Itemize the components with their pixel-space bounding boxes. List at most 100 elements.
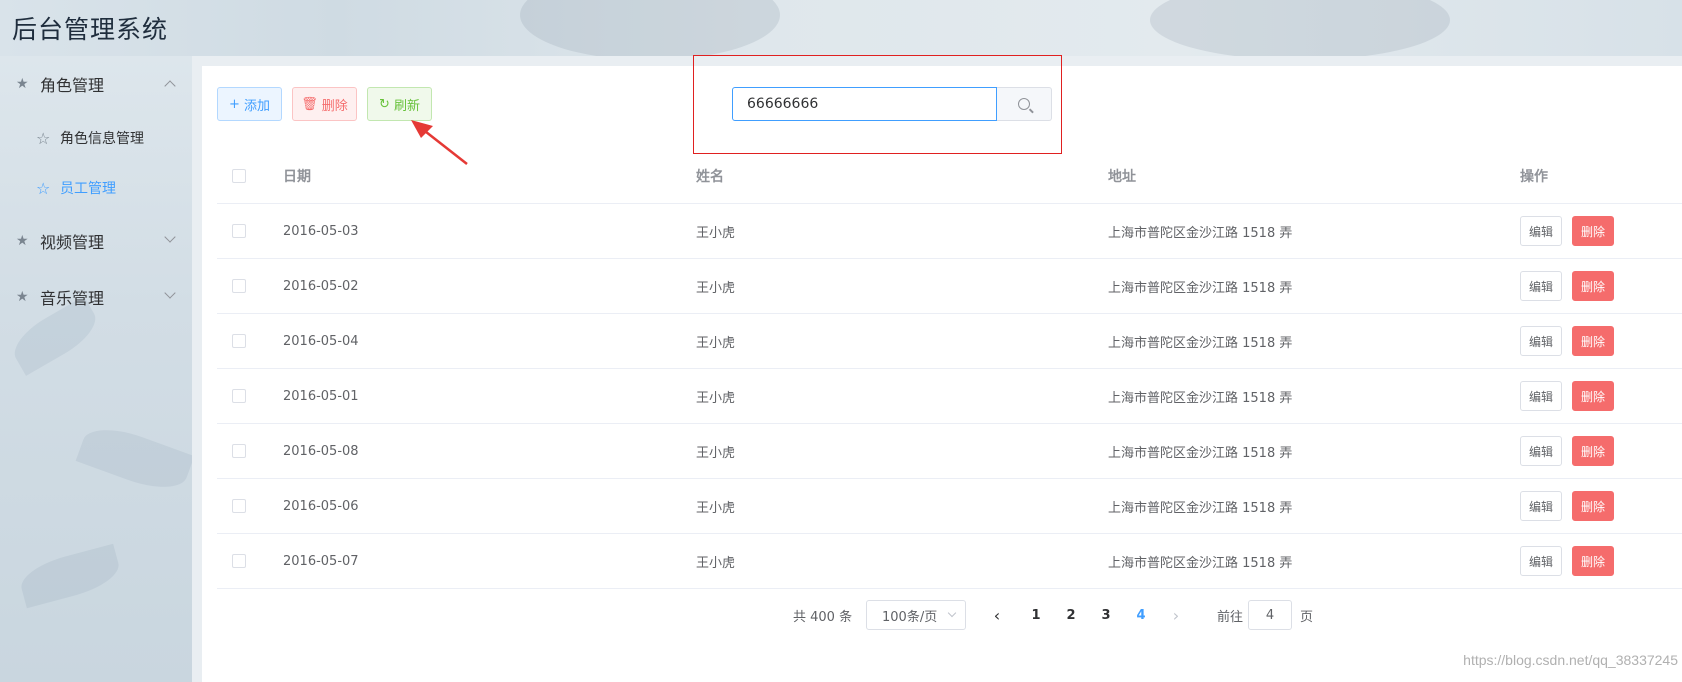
page-number-1[interactable]: 1 (1024, 600, 1048, 630)
chevron-down-icon (164, 231, 176, 243)
sidebar-item-employee-management[interactable]: ☆ 员工管理 (0, 163, 192, 213)
chevron-down-icon (164, 287, 176, 299)
next-page-button[interactable]: › (1166, 600, 1186, 630)
cell-address: 上海市普陀区金沙江路 1518 弄 (1108, 335, 1293, 351)
cell-address: 上海市普陀区金沙江路 1518 弄 (1108, 555, 1293, 571)
row-delete-button[interactable]: 删除 (1572, 436, 1614, 466)
refresh-button-label: 刷新 (393, 98, 420, 114)
row-delete-button[interactable]: 删除 (1572, 491, 1614, 521)
column-header-date: 日期 (283, 168, 311, 185)
row-checkbox[interactable] (232, 334, 246, 348)
cell-address: 上海市普陀区金沙江路 1518 弄 (1108, 445, 1293, 461)
row-delete-button[interactable]: 删除 (1572, 271, 1614, 301)
edit-button[interactable]: 编辑 (1520, 436, 1562, 466)
cell-name: 王小虎 (696, 280, 736, 296)
edit-button[interactable]: 编辑 (1520, 216, 1562, 246)
sidebar-group-role-management[interactable]: ★ 角色管理 (0, 56, 192, 112)
search-input[interactable] (732, 87, 997, 121)
column-header-actions: 操作 (1520, 168, 1548, 185)
cell-date: 2016-05-04 (283, 333, 359, 349)
cell-date: 2016-05-01 (283, 388, 359, 404)
cell-actions: 编辑 删除 (1520, 369, 1614, 423)
edit-button[interactable]: 编辑 (1520, 491, 1562, 521)
row-checkbox[interactable] (232, 554, 246, 568)
star-icon: ★ (16, 233, 29, 249)
table-row: 2016-05-03 王小虎 上海市普陀区金沙江路 1518 弄 编辑 删除 (217, 204, 1682, 259)
delete-button[interactable]: 🗑 删除 (292, 87, 357, 121)
row-delete-button[interactable]: 删除 (1572, 326, 1614, 356)
star-outline-icon: ☆ (36, 178, 51, 198)
cell-actions: 编辑 删除 (1520, 314, 1614, 368)
cell-actions: 编辑 删除 (1520, 259, 1614, 313)
cell-name: 王小虎 (696, 225, 736, 241)
chevron-down-icon (947, 608, 957, 618)
sidebar-background-leaf (75, 418, 192, 499)
sidebar-item-label: 员工管理 (60, 181, 116, 197)
pagination: 共 400 条 100条/页 ‹ 1 2 3 4 › 前往 页 (202, 600, 1682, 646)
table-row: 2016-05-04 王小虎 上海市普陀区金沙江路 1518 弄 编辑 删除 (217, 314, 1682, 369)
plus-icon: + (229, 96, 240, 112)
app-header: 后台管理系统 (0, 0, 1682, 56)
watermark: https://blog.csdn.net/qq_38337245 (1463, 652, 1678, 668)
goto-page-input[interactable] (1248, 600, 1292, 630)
sidebar-item-role-info[interactable]: ☆ 角色信息管理 (0, 113, 192, 163)
sidebar-item-label: 角色信息管理 (60, 131, 144, 147)
table-row: 2016-05-06 王小虎 上海市普陀区金沙江路 1518 弄 编辑 删除 (217, 479, 1682, 534)
row-delete-button[interactable]: 删除 (1572, 381, 1614, 411)
cell-actions: 编辑 删除 (1520, 204, 1614, 258)
row-delete-button[interactable]: 删除 (1572, 546, 1614, 576)
table-header: 日期 姓名 地址 操作 (217, 148, 1682, 204)
edit-button[interactable]: 编辑 (1520, 546, 1562, 576)
add-button[interactable]: + 添加 (217, 87, 282, 121)
row-delete-button[interactable]: 删除 (1572, 216, 1614, 246)
row-checkbox[interactable] (232, 444, 246, 458)
page-size-value: 100条/页 (882, 609, 938, 625)
prev-page-button[interactable]: ‹ (987, 600, 1007, 630)
star-icon: ★ (16, 289, 29, 305)
page-size-select[interactable]: 100条/页 (866, 600, 966, 630)
cell-address: 上海市普陀区金沙江路 1518 弄 (1108, 280, 1293, 296)
header-background-ink (520, 0, 780, 56)
select-all-checkbox[interactable] (232, 169, 246, 183)
sidebar-group-label: 角色管理 (40, 76, 105, 95)
cell-name: 王小虎 (696, 445, 736, 461)
cell-name: 王小虎 (696, 555, 736, 571)
cell-name: 王小虎 (696, 500, 736, 516)
cell-date: 2016-05-07 (283, 553, 359, 569)
cell-name: 王小虎 (696, 335, 736, 351)
pagination-total: 共 400 条 (793, 609, 853, 625)
cell-date: 2016-05-06 (283, 498, 359, 514)
column-header-name: 姓名 (696, 168, 724, 185)
sidebar-group-video-management[interactable]: ★ 视频管理 (0, 213, 192, 269)
cell-actions: 编辑 删除 (1520, 479, 1614, 533)
page-number-2[interactable]: 2 (1059, 600, 1083, 630)
chevron-up-icon (164, 80, 176, 92)
table-row: 2016-05-08 王小虎 上海市普陀区金沙江路 1518 弄 编辑 删除 (217, 424, 1682, 479)
search-button[interactable] (997, 87, 1052, 121)
sidebar-group-label: 视频管理 (40, 233, 105, 252)
cell-date: 2016-05-02 (283, 278, 359, 294)
main-content: + 添加 🗑 删除 ↻ 刷新 日期 姓名 地址 操作 2016-05-03 王小… (202, 55, 1682, 682)
cell-address: 上海市普陀区金沙江路 1518 弄 (1108, 225, 1293, 241)
edit-button[interactable]: 编辑 (1520, 381, 1562, 411)
delete-button-label: 删除 (321, 98, 348, 114)
cell-name: 王小虎 (696, 390, 736, 406)
table-row: 2016-05-07 王小虎 上海市普陀区金沙江路 1518 弄 编辑 删除 (217, 534, 1682, 589)
sidebar-group-music-management[interactable]: ★ 音乐管理 (0, 269, 192, 325)
page-suffix-label: 页 (1300, 609, 1314, 625)
table-row: 2016-05-01 王小虎 上海市普陀区金沙江路 1518 弄 编辑 删除 (217, 369, 1682, 424)
refresh-icon: ↻ (379, 96, 390, 112)
row-checkbox[interactable] (232, 499, 246, 513)
column-header-address: 地址 (1108, 168, 1136, 185)
star-icon: ★ (16, 76, 29, 92)
trash-icon: 🗑 (301, 96, 318, 112)
cell-date: 2016-05-08 (283, 443, 359, 459)
sidebar-background-leaf (16, 543, 124, 609)
page-number-4[interactable]: 4 (1129, 600, 1153, 630)
row-checkbox[interactable] (232, 279, 246, 293)
edit-button[interactable]: 编辑 (1520, 326, 1562, 356)
edit-button[interactable]: 编辑 (1520, 271, 1562, 301)
row-checkbox[interactable] (232, 389, 246, 403)
row-checkbox[interactable] (232, 224, 246, 238)
page-number-3[interactable]: 3 (1094, 600, 1118, 630)
